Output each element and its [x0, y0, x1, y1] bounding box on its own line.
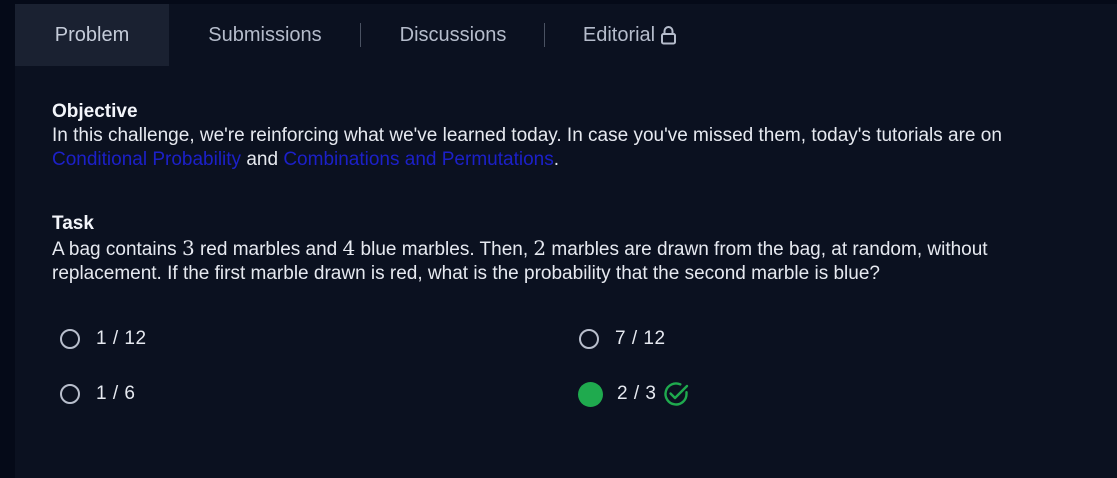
- tab-divider: [544, 23, 545, 47]
- option-2-3[interactable]: 2 / 3: [578, 379, 690, 409]
- math-number: 4: [342, 236, 356, 260]
- tab-submissions[interactable]: Submissions: [169, 4, 361, 66]
- option-1-6[interactable]: 1 / 6: [60, 379, 135, 409]
- math-number: 3: [181, 236, 195, 260]
- task-text: A bag contains 3 red marbles and 4 blue …: [52, 236, 1102, 286]
- combinations-permutations-link[interactable]: Combinations and Permutations: [283, 149, 553, 170]
- problem-tabs: Problem Submissions Discussions Editoria…: [15, 4, 1117, 66]
- objective-text-part: and: [241, 149, 284, 170]
- radio-icon[interactable]: [579, 329, 599, 349]
- problem-content: Objective In this challenge, we're reinf…: [52, 100, 1102, 286]
- radio-icon[interactable]: [60, 329, 80, 349]
- lock-icon: [661, 26, 677, 45]
- radio-icon[interactable]: [60, 384, 80, 404]
- conditional-probability-link[interactable]: Conditional Probability: [52, 149, 241, 170]
- tab-discussions[interactable]: Discussions: [361, 4, 545, 66]
- objective-text: In this challenge, we're reinforcing wha…: [52, 124, 1102, 172]
- option-label: 1 / 12: [96, 328, 147, 349]
- objective-text-part: .: [553, 149, 559, 170]
- objective-section: Objective In this challenge, we're reinf…: [52, 100, 1102, 172]
- option-7-12[interactable]: 7 / 12: [579, 324, 666, 354]
- tab-editorial[interactable]: Editorial: [545, 4, 715, 66]
- objective-heading: Objective: [52, 101, 138, 122]
- tab-problem-label: Problem: [54, 23, 130, 46]
- option-label: 1 / 6: [96, 383, 136, 404]
- tab-submissions-label: Submissions: [208, 23, 322, 46]
- tab-problem[interactable]: Problem: [15, 4, 169, 66]
- task-heading: Task: [52, 213, 94, 234]
- task-text-part: red marbles and: [194, 239, 343, 260]
- option-1-12[interactable]: 1 / 12: [60, 324, 147, 354]
- answer-options: 1 / 12 7 / 12 1 / 6 2 / 3: [60, 324, 1060, 424]
- task-text-part: blue marbles. Then,: [355, 239, 534, 260]
- tab-divider: [360, 23, 361, 47]
- option-label: 7 / 12: [615, 328, 666, 349]
- objective-text-part: In this challenge, we're reinforcing wha…: [52, 125, 1002, 146]
- task-section: Task A bag contains 3 red marbles and 4 …: [52, 212, 1102, 286]
- math-number: 2: [533, 236, 547, 260]
- tab-editorial-label: Editorial: [582, 23, 656, 46]
- tab-discussions-label: Discussions: [399, 23, 507, 46]
- check-circle-icon: [664, 382, 689, 406]
- option-label: 2 / 3: [617, 383, 657, 404]
- radio-selected-icon[interactable]: [578, 381, 603, 407]
- task-text-part: A bag contains: [52, 239, 182, 260]
